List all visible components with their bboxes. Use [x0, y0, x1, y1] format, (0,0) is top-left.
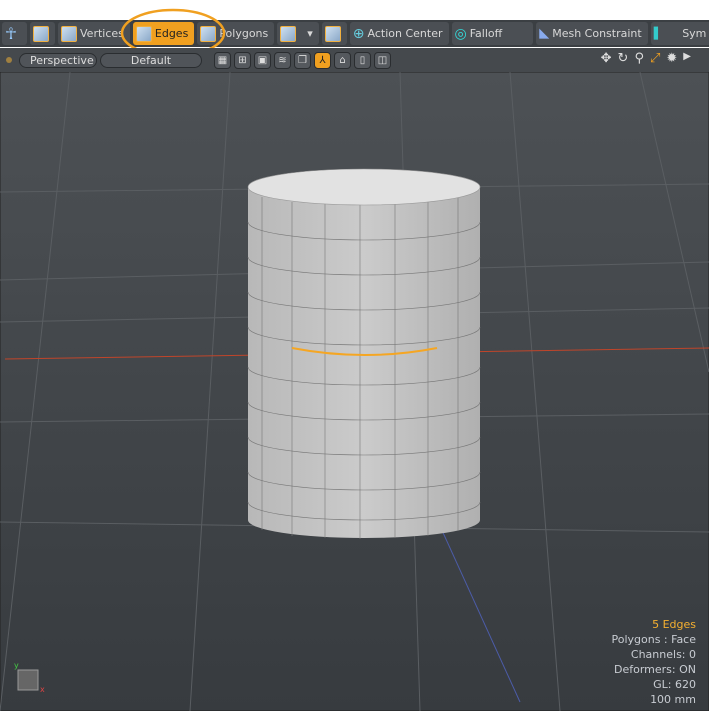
hair-icon[interactable]: ≋: [274, 51, 291, 69]
item-mode-button[interactable]: ☥: [2, 22, 27, 45]
auto-select-button[interactable]: [30, 22, 55, 45]
view-style-dropdown[interactable]: Default: [100, 52, 202, 68]
action-center-button[interactable]: ⊕ Action Center: [349, 22, 449, 45]
move-view-icon[interactable]: ✥: [601, 51, 612, 66]
cylinder-mesh[interactable]: [247, 168, 481, 539]
scale-info: 100 mm: [650, 693, 696, 706]
axis-icon[interactable]: ⅄: [314, 51, 331, 69]
chevron-down-icon[interactable]: ▾: [307, 27, 313, 40]
capsule-icon[interactable]: ▯: [354, 51, 371, 69]
channels-info: Channels: 0: [630, 648, 696, 661]
3d-viewport[interactable]: yx 5 Edges Polygons : Face Channels: 0 D…: [0, 71, 709, 712]
view-type-label: Perspective: [30, 53, 94, 67]
mesh-constraint-label: Mesh Constraint: [552, 27, 642, 40]
falloff-icon: ◎: [454, 25, 467, 42]
falloff-button[interactable]: ◎ Falloff: [451, 22, 534, 45]
polygons-info: Polygons : Face: [611, 633, 696, 646]
mesh-constraint-icon: ◣: [539, 26, 550, 41]
viewport-info: 5 Edges Polygons : Face Channels: 0 Defo…: [611, 617, 696, 707]
action-center-label: Action Center: [367, 27, 443, 40]
box-icon[interactable]: ▣: [254, 51, 271, 69]
crosshair-icon: ⊕: [352, 25, 365, 42]
material-mode-button[interactable]: ▾: [277, 22, 319, 45]
viewport-canvas: yx: [0, 71, 709, 712]
play-icon[interactable]: ▶: [683, 51, 691, 66]
falloff-label: Falloff: [469, 27, 503, 40]
vertices-icon: [61, 25, 77, 42]
symmetry-icon: ▌: [653, 27, 663, 40]
polygons-label: Polygons: [219, 27, 269, 40]
deformers-info: Deformers: ON: [614, 663, 696, 676]
viewport-dot-icon[interactable]: [6, 57, 12, 63]
checker-icon[interactable]: ▦: [214, 51, 231, 69]
double-capsule-icon[interactable]: ◫: [374, 51, 391, 69]
figure-icon: ☥: [5, 23, 17, 43]
svg-text:y: y: [14, 661, 19, 670]
gl-info: GL: 620: [653, 678, 696, 691]
view-style-label: Default: [130, 53, 172, 67]
maximize-icon[interactable]: ⤢: [650, 51, 660, 66]
viewport-nav-icons: ✥ ↻ ⚲ ⤢ ✹ ▶: [601, 51, 691, 66]
symmetry-button[interactable]: ▌ Sym: [650, 22, 709, 45]
gear-icon[interactable]: ✹: [666, 51, 677, 66]
selection-count: 5 Edges: [652, 618, 696, 631]
camera-icon[interactable]: ⌂: [334, 51, 351, 69]
workplane-icon: [324, 25, 341, 42]
rotate-view-icon[interactable]: ↻: [618, 51, 629, 66]
zoom-view-icon[interactable]: ⚲: [634, 51, 644, 66]
material-icon: [280, 25, 297, 42]
view-type-dropdown[interactable]: Perspective: [19, 52, 97, 68]
grid-icon[interactable]: ⊞: [234, 51, 251, 69]
work-plane-button[interactable]: [321, 22, 347, 45]
layers-icon[interactable]: ❐: [294, 51, 311, 69]
vertices-label: Vertices: [80, 27, 124, 40]
mesh-constraint-button[interactable]: ◣ Mesh Constraint: [536, 22, 648, 45]
svg-text:x: x: [40, 685, 45, 694]
symmetry-label: Sym: [682, 27, 707, 40]
cube-icon: [33, 25, 49, 42]
mode-toolbar: ☥ Vertices Edges Polygons ▾ ⊕ Action Cent…: [0, 20, 709, 47]
